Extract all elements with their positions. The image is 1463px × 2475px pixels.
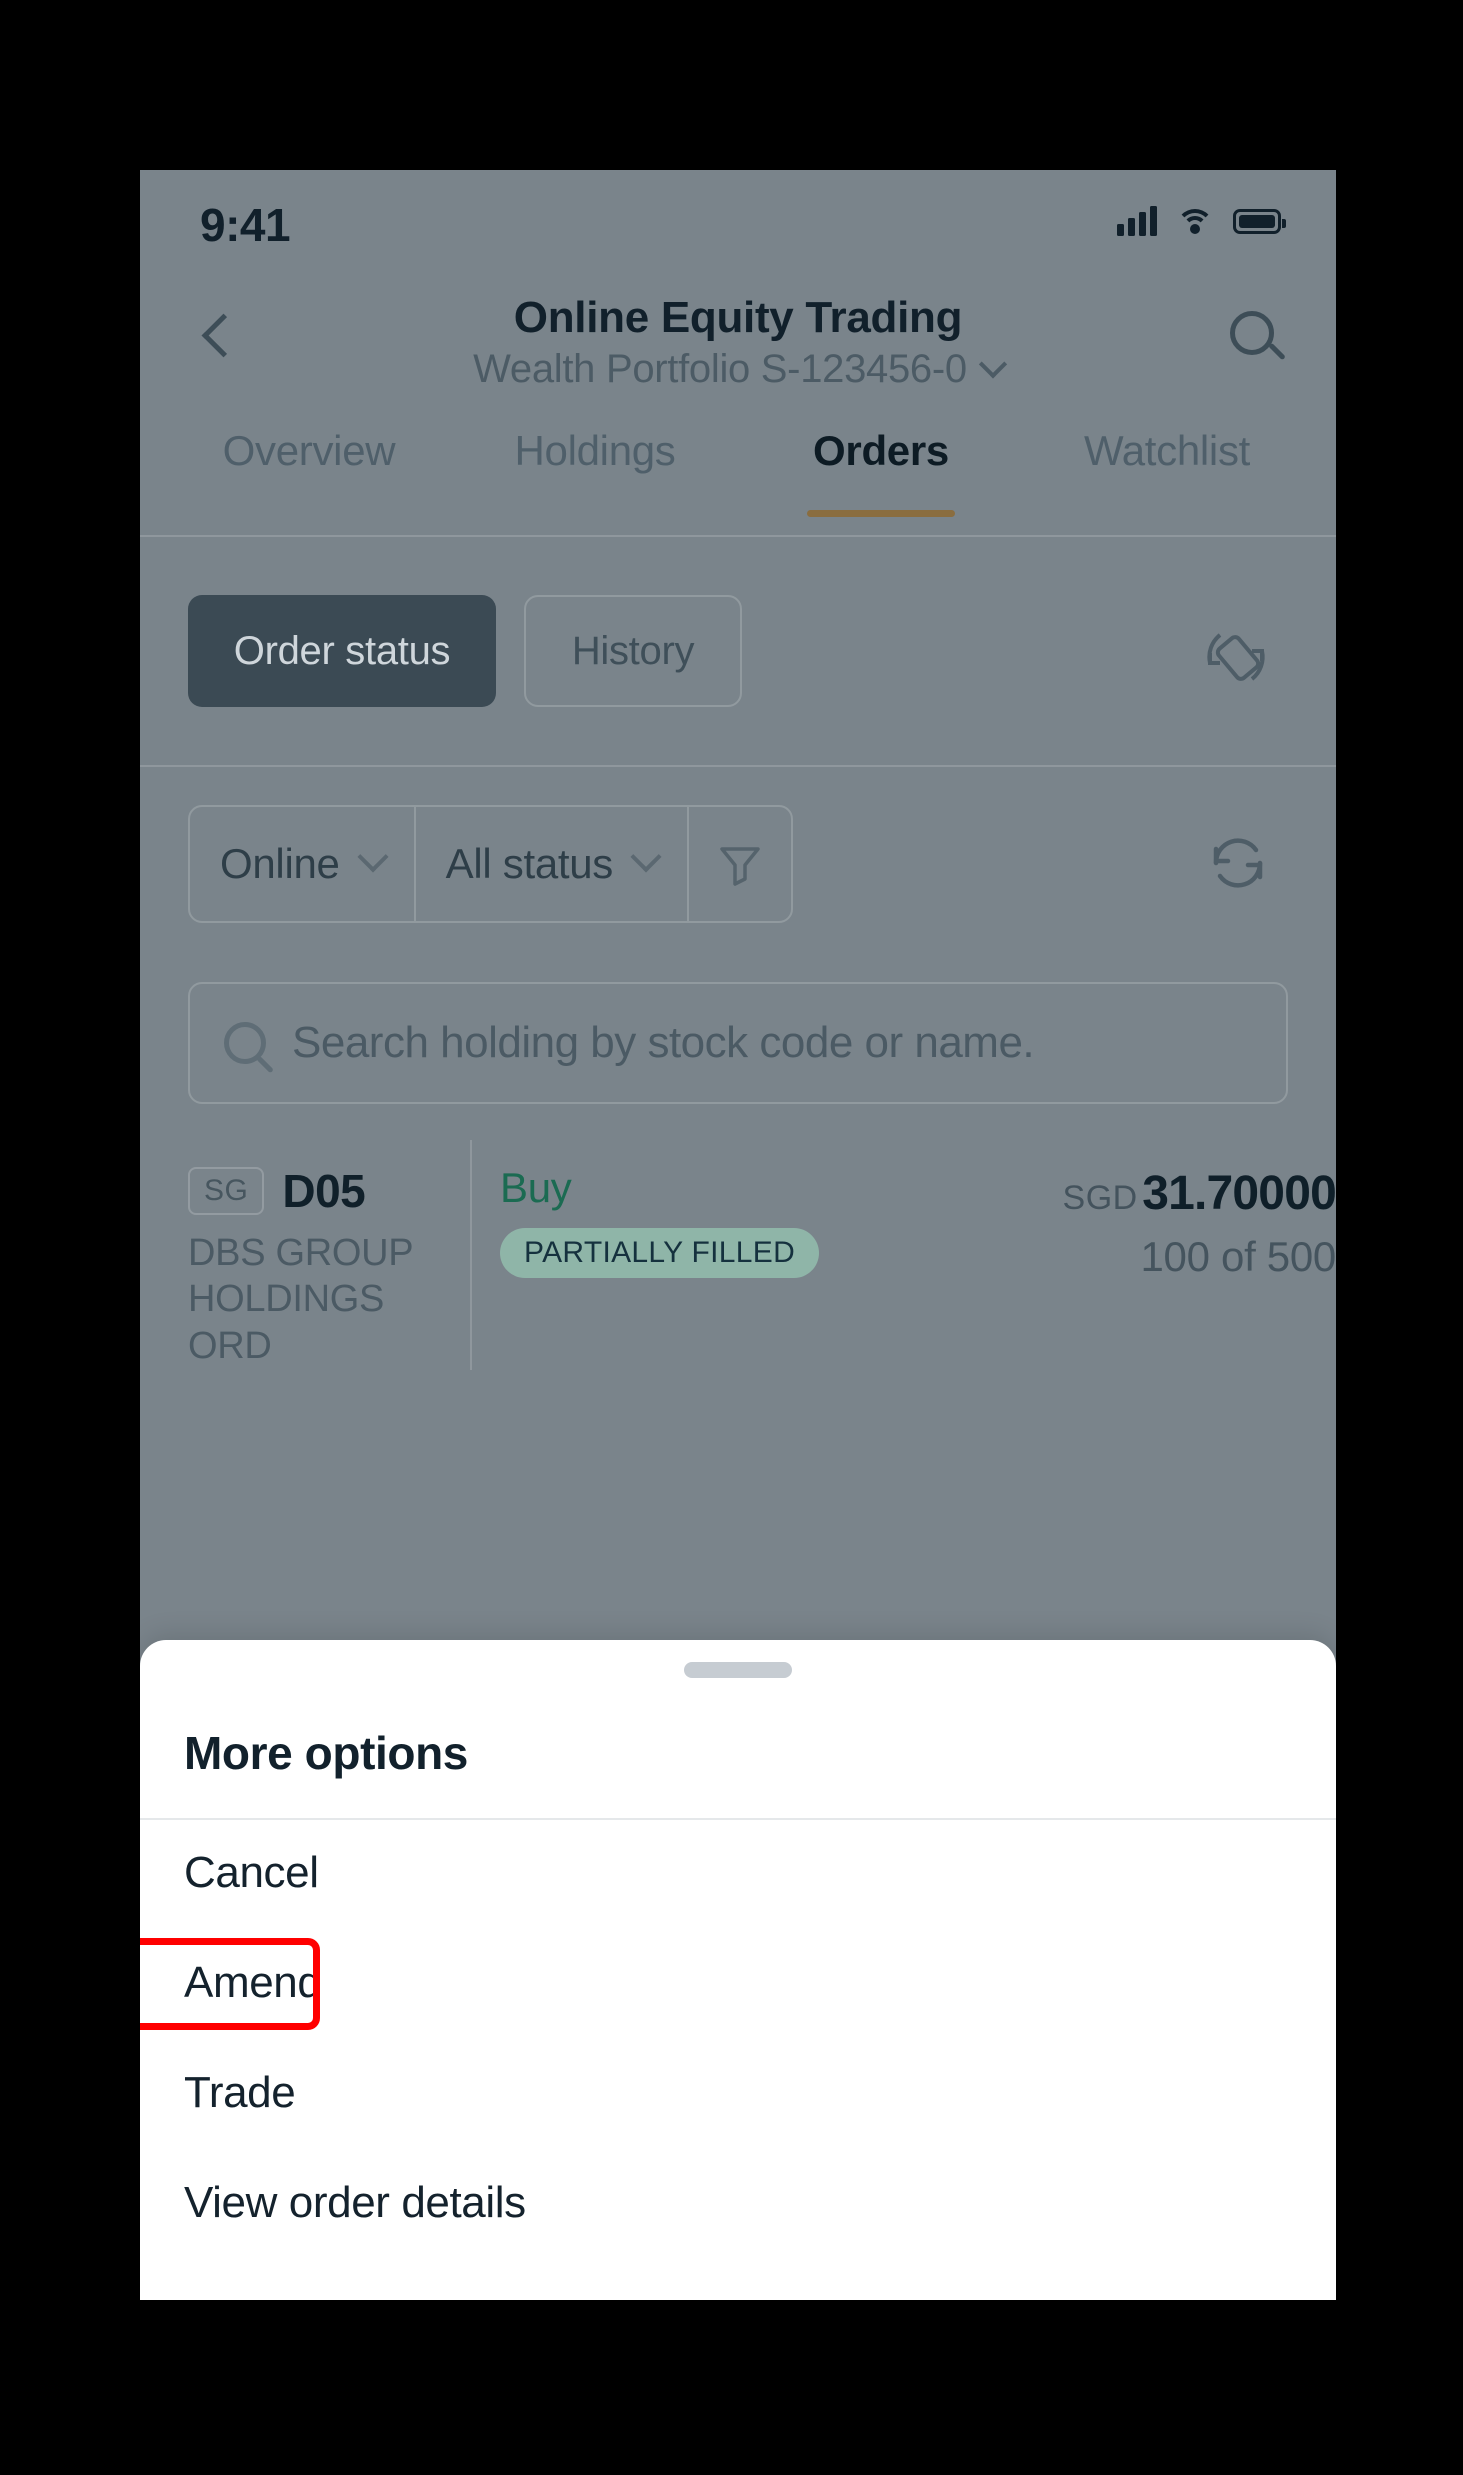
status-dropdown[interactable]: All status xyxy=(416,807,690,921)
search-icon[interactable] xyxy=(1224,305,1294,375)
instrument-header: SG D05 xyxy=(188,1164,470,1218)
funnel-filter-icon xyxy=(717,841,763,887)
search-handle xyxy=(1268,342,1286,361)
search-input[interactable]: Search holding by stock code or name. xyxy=(188,982,1288,1104)
tab-bar: Overview Holdings Orders Watchlist xyxy=(140,405,1336,535)
phone-screen: 9:41 Online Equity Trading Wealth Portfo… xyxy=(140,170,1336,2300)
tab-orders[interactable]: Orders xyxy=(738,405,1024,535)
sheet-item-amend-label: Amend xyxy=(184,1958,322,2007)
order-price-block: SGD 31.70000 100 of 500 xyxy=(1063,1166,1336,1281)
history-segment[interactable]: History xyxy=(524,595,742,707)
chevron-down-icon xyxy=(630,841,662,873)
search-lens xyxy=(1230,311,1274,355)
status-bar: 9:41 xyxy=(140,170,1336,275)
sheet-item-trade[interactable]: Trade xyxy=(140,2038,1336,2148)
tab-overview[interactable]: Overview xyxy=(166,405,452,535)
advanced-filter-button[interactable] xyxy=(689,807,791,921)
header-titles: Online Equity Trading Wealth Portfolio S… xyxy=(140,293,1336,392)
currency-label: SGD xyxy=(1062,1179,1138,1217)
filter-group: Online All status xyxy=(188,805,794,923)
sheet-title: More options xyxy=(184,1727,468,1779)
sheet-options-list: Cancel Amend Trade View order details xyxy=(140,1818,1336,2258)
channel-dropdown[interactable]: Online xyxy=(190,807,416,921)
sheet-item-cancel[interactable]: Cancel xyxy=(140,1818,1336,1928)
sheet-item-view-order-details[interactable]: View order details xyxy=(140,2148,1336,2258)
page-title: Online Equity Trading xyxy=(513,293,963,342)
order-price: 31.70000 xyxy=(1142,1167,1336,1220)
order-row[interactable]: SG D05 DBS GROUP HOLDINGS ORD Buy PARTIA… xyxy=(140,1140,1336,1370)
segment-row: Order status History xyxy=(140,537,1336,767)
filter-row: Online All status xyxy=(140,767,1336,967)
battery-icon xyxy=(1233,208,1286,234)
search-icon xyxy=(224,1022,266,1064)
portfolio-label: Wealth Portfolio S-123456-0 xyxy=(473,347,967,391)
tab-holdings[interactable]: Holdings xyxy=(452,405,738,535)
rotate-device-icon[interactable] xyxy=(1198,619,1274,695)
channel-value: Online xyxy=(220,840,340,887)
more-options-sheet: More options Cancel Amend Trade View ord… xyxy=(140,1640,1336,2300)
status-time: 9:41 xyxy=(200,199,291,251)
refresh-icon[interactable] xyxy=(1202,827,1274,899)
price-line: SGD 31.70000 xyxy=(1063,1166,1336,1221)
status-badge: PARTIALLY FILLED xyxy=(500,1228,820,1278)
market-badge: SG xyxy=(188,1167,265,1215)
app-header: Online Equity Trading Wealth Portfolio S… xyxy=(140,275,1336,405)
wifi-icon xyxy=(1176,207,1214,235)
stock-code: D05 xyxy=(282,1165,366,1217)
drag-handle-icon[interactable] xyxy=(684,1662,792,1678)
portfolio-selector[interactable]: Wealth Portfolio S-123456-0 xyxy=(140,347,1336,392)
stock-name: DBS GROUP HOLDINGS ORD xyxy=(188,1232,413,1367)
chevron-down-icon xyxy=(357,841,389,873)
order-detail: Buy PARTIALLY FILLED SGD 31.70000 100 of… xyxy=(470,1140,1336,1370)
status-value: All status xyxy=(445,840,614,887)
search-placeholder: Search holding by stock code or name. xyxy=(292,1018,1035,1067)
order-instrument: SG D05 DBS GROUP HOLDINGS ORD xyxy=(140,1140,470,1370)
chevron-down-icon xyxy=(978,349,1007,378)
order-status-segment[interactable]: Order status xyxy=(188,595,496,707)
order-quantity: 100 of 500 xyxy=(1140,1233,1336,1280)
signal-bars-icon xyxy=(1117,206,1157,236)
status-icons xyxy=(1117,206,1286,236)
tab-watchlist[interactable]: Watchlist xyxy=(1024,405,1310,535)
sheet-item-amend[interactable]: Amend xyxy=(140,1928,1336,2038)
